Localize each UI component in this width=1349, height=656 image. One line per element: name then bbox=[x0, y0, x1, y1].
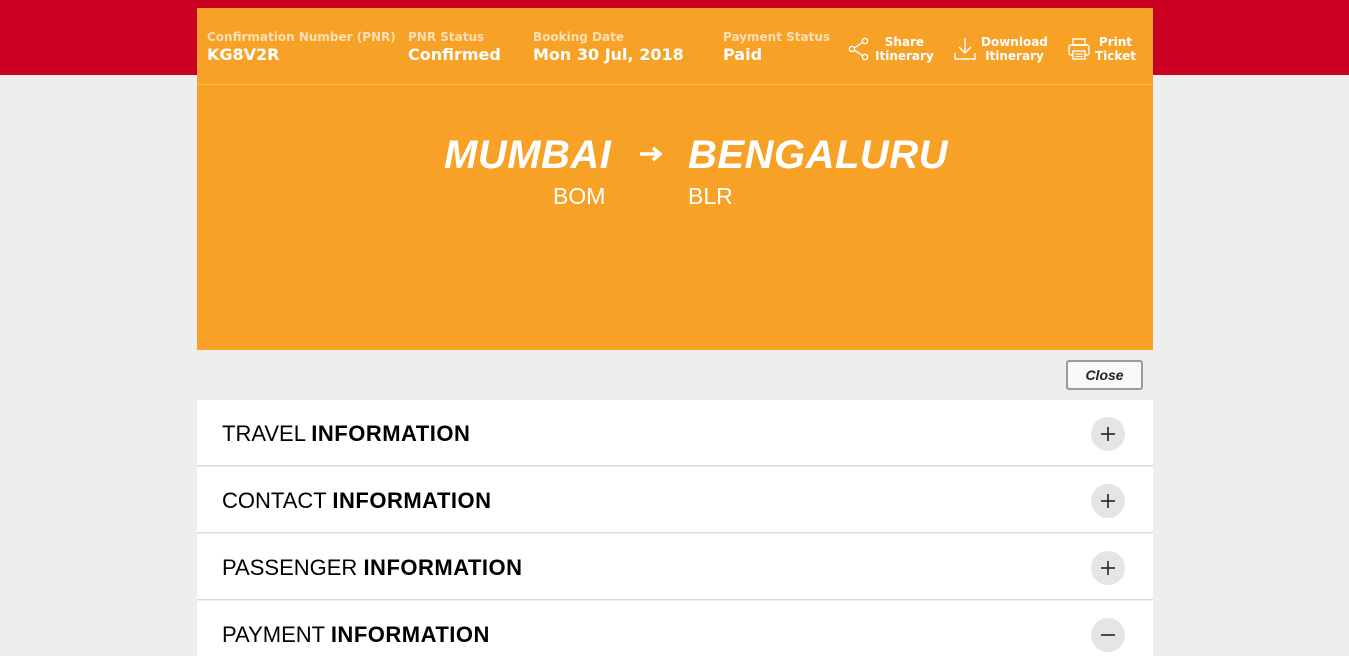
section-title: CONTACT INFORMATION bbox=[222, 488, 492, 513]
section-payment-information[interactable]: PAYMENT INFORMATION bbox=[197, 601, 1153, 656]
section-travel-information[interactable]: TRAVEL INFORMATION bbox=[197, 400, 1153, 466]
pnr-status-label: PNR Status bbox=[408, 30, 485, 44]
section-passenger-information[interactable]: PASSENGER INFORMATION bbox=[197, 534, 1153, 600]
payment-status-label: Payment Status bbox=[723, 30, 831, 44]
print-icon bbox=[1067, 36, 1091, 62]
destination-code: BLR bbox=[688, 183, 733, 209]
section-title: PASSENGER INFORMATION bbox=[222, 555, 523, 580]
pnr-value: KG8V2R bbox=[207, 45, 280, 64]
print-ticket-label: Print Ticket bbox=[1095, 35, 1136, 63]
download-itinerary-button[interactable]: Download Itinerary bbox=[953, 34, 1048, 64]
print-ticket-button[interactable]: Print Ticket bbox=[1067, 34, 1136, 64]
booking-info-bar: Confirmation Number (PNR) KG8V2R PNR Sta… bbox=[197, 8, 1153, 85]
pnr-field: Confirmation Number (PNR) KG8V2R bbox=[207, 30, 396, 65]
section-title: PAYMENT INFORMATION bbox=[222, 622, 490, 647]
expand-icon[interactable] bbox=[1091, 551, 1125, 585]
destination-city: BENGALURU bbox=[688, 133, 949, 177]
booking-date-field: Booking Date Mon 30 Jul, 2018 bbox=[533, 30, 684, 65]
download-icon bbox=[953, 36, 977, 62]
booking-date-value: Mon 30 Jul, 2018 bbox=[533, 45, 684, 64]
booking-date-label: Booking Date bbox=[533, 30, 624, 44]
pnr-status-field: PNR Status Confirmed bbox=[408, 30, 501, 65]
collapse-icon[interactable] bbox=[1091, 618, 1125, 652]
route-display: MUMBAI BENGALURU BOM BLR bbox=[197, 132, 1153, 222]
expand-icon[interactable] bbox=[1091, 484, 1125, 518]
expand-icon[interactable] bbox=[1091, 417, 1125, 451]
origin-city: MUMBAI bbox=[444, 133, 612, 177]
arrow-right-icon bbox=[639, 144, 665, 164]
payment-status-field: Payment Status Paid bbox=[723, 30, 830, 65]
origin-code: BOM bbox=[553, 183, 606, 209]
share-itinerary-button[interactable]: Share Itinerary bbox=[847, 34, 934, 64]
pnr-status-value: Confirmed bbox=[408, 45, 501, 64]
download-itinerary-label: Download Itinerary bbox=[981, 35, 1048, 63]
section-contact-information[interactable]: CONTACT INFORMATION bbox=[197, 467, 1153, 533]
pnr-label: Confirmation Number (PNR) bbox=[207, 30, 396, 44]
share-icon bbox=[847, 36, 871, 62]
payment-status-value: Paid bbox=[723, 45, 763, 64]
close-button[interactable]: Close bbox=[1066, 360, 1143, 390]
booking-card: Confirmation Number (PNR) KG8V2R PNR Sta… bbox=[197, 8, 1153, 350]
section-title: TRAVEL INFORMATION bbox=[222, 421, 471, 446]
share-itinerary-label: Share Itinerary bbox=[875, 35, 934, 63]
